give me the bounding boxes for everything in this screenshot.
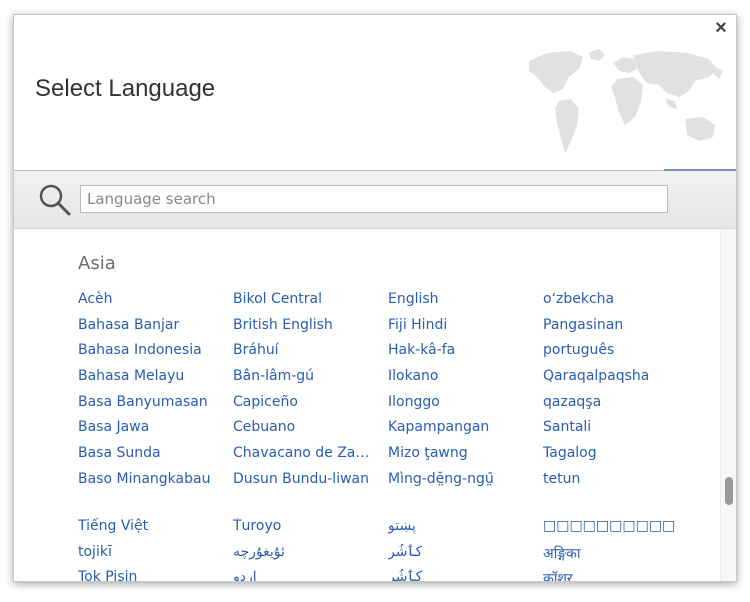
language-link[interactable]: Cebuano bbox=[233, 419, 388, 445]
language-link[interactable]: Bahasa Banjar bbox=[78, 317, 233, 343]
region-heading: Asia bbox=[78, 253, 116, 274]
language-link[interactable]: اردو bbox=[233, 569, 388, 581]
language-link[interactable]: Ilokano bbox=[388, 368, 543, 394]
language-link[interactable]: Bráhuí bbox=[233, 342, 388, 368]
language-list-panel: Asia Acèh Bikol Central English oʻzbekcha Ba… bbox=[14, 229, 720, 581]
search-icon[interactable] bbox=[38, 183, 72, 217]
language-link[interactable]: qazaqşa bbox=[543, 394, 698, 420]
language-link[interactable]: Capiceño bbox=[233, 394, 388, 420]
language-link[interactable]: Dusun Bundu-liwan bbox=[233, 471, 388, 497]
language-link[interactable]: Bahasa Indonesia bbox=[78, 342, 233, 368]
language-link[interactable]: Mìng-dĕ̤ng-ngṳ̄ bbox=[388, 471, 543, 497]
language-link[interactable]: Bân-lâm-gú bbox=[233, 368, 388, 394]
world-map-icon bbox=[529, 49, 723, 153]
language-link[interactable]: ئۇيغۇرچە bbox=[233, 544, 388, 570]
language-link[interactable]: Tagalog bbox=[543, 445, 698, 471]
language-link[interactable]: Ilonggo bbox=[388, 394, 543, 420]
dialog-header: Select Language × bbox=[14, 15, 736, 171]
scrollbar-thumb[interactable] bbox=[725, 477, 733, 505]
dialog-title: Select Language bbox=[35, 75, 216, 102]
language-link[interactable]: Pangasinan bbox=[543, 317, 698, 343]
language-link[interactable]: □□□□□□□□□□ bbox=[543, 518, 698, 544]
search-bar bbox=[14, 171, 736, 229]
language-link[interactable]: Basa Sunda bbox=[78, 445, 233, 471]
scrollbar[interactable] bbox=[720, 229, 736, 581]
language-link[interactable]: कॉशुर bbox=[543, 569, 698, 581]
language-link[interactable]: Basa Jawa bbox=[78, 419, 233, 445]
language-link[interactable]: English bbox=[388, 291, 543, 317]
language-link[interactable]: tetun bbox=[543, 471, 698, 497]
language-search-input[interactable] bbox=[80, 185, 668, 213]
language-link[interactable]: Tok Pisin bbox=[78, 569, 233, 581]
language-link[interactable]: Bikol Central bbox=[233, 291, 388, 317]
language-link[interactable]: کٲشُر bbox=[388, 569, 543, 581]
language-link[interactable]: Baso Minangkabau bbox=[78, 471, 233, 497]
language-link[interactable]: Qaraqalpaqsha bbox=[543, 368, 698, 394]
language-link[interactable]: Hak-kâ-fa bbox=[388, 342, 543, 368]
language-grid: Acèh Bikol Central English oʻzbekcha Bahasa … bbox=[78, 291, 698, 497]
language-link[interactable]: Bahasa Melayu bbox=[78, 368, 233, 394]
language-link[interactable]: Ṫuroyo bbox=[233, 518, 388, 544]
language-grid-continued: Tiếng Việt Ṫuroyo پښتو □□□□□□□□□□ tojikī ئۇيغ… bbox=[78, 518, 698, 581]
language-link[interactable]: Santali bbox=[543, 419, 698, 445]
language-link[interactable]: oʻzbekcha bbox=[543, 291, 698, 317]
language-link[interactable]: Chavacano de Zamboanga bbox=[233, 445, 388, 471]
language-link[interactable]: British English bbox=[233, 317, 388, 343]
language-link[interactable]: Tiếng Việt bbox=[78, 518, 233, 544]
language-link[interactable]: अङ्गिका bbox=[543, 544, 698, 570]
language-link[interactable]: Basa Banyumasan bbox=[78, 394, 233, 420]
language-link[interactable]: tojikī bbox=[78, 544, 233, 570]
language-link[interactable]: پښتو bbox=[388, 518, 543, 544]
language-link[interactable]: کٲشُر bbox=[388, 544, 543, 570]
language-link[interactable]: Acèh bbox=[78, 291, 233, 317]
language-dialog: Select Language × Asia AcèhBikol Ce bbox=[13, 14, 737, 582]
language-link[interactable]: português bbox=[543, 342, 698, 368]
language-link[interactable]: Mizo ţawng bbox=[388, 445, 543, 471]
language-link[interactable]: Kapampangan bbox=[388, 419, 543, 445]
language-link[interactable]: Fiji Hindi bbox=[388, 317, 543, 343]
close-icon[interactable]: × bbox=[712, 18, 730, 38]
